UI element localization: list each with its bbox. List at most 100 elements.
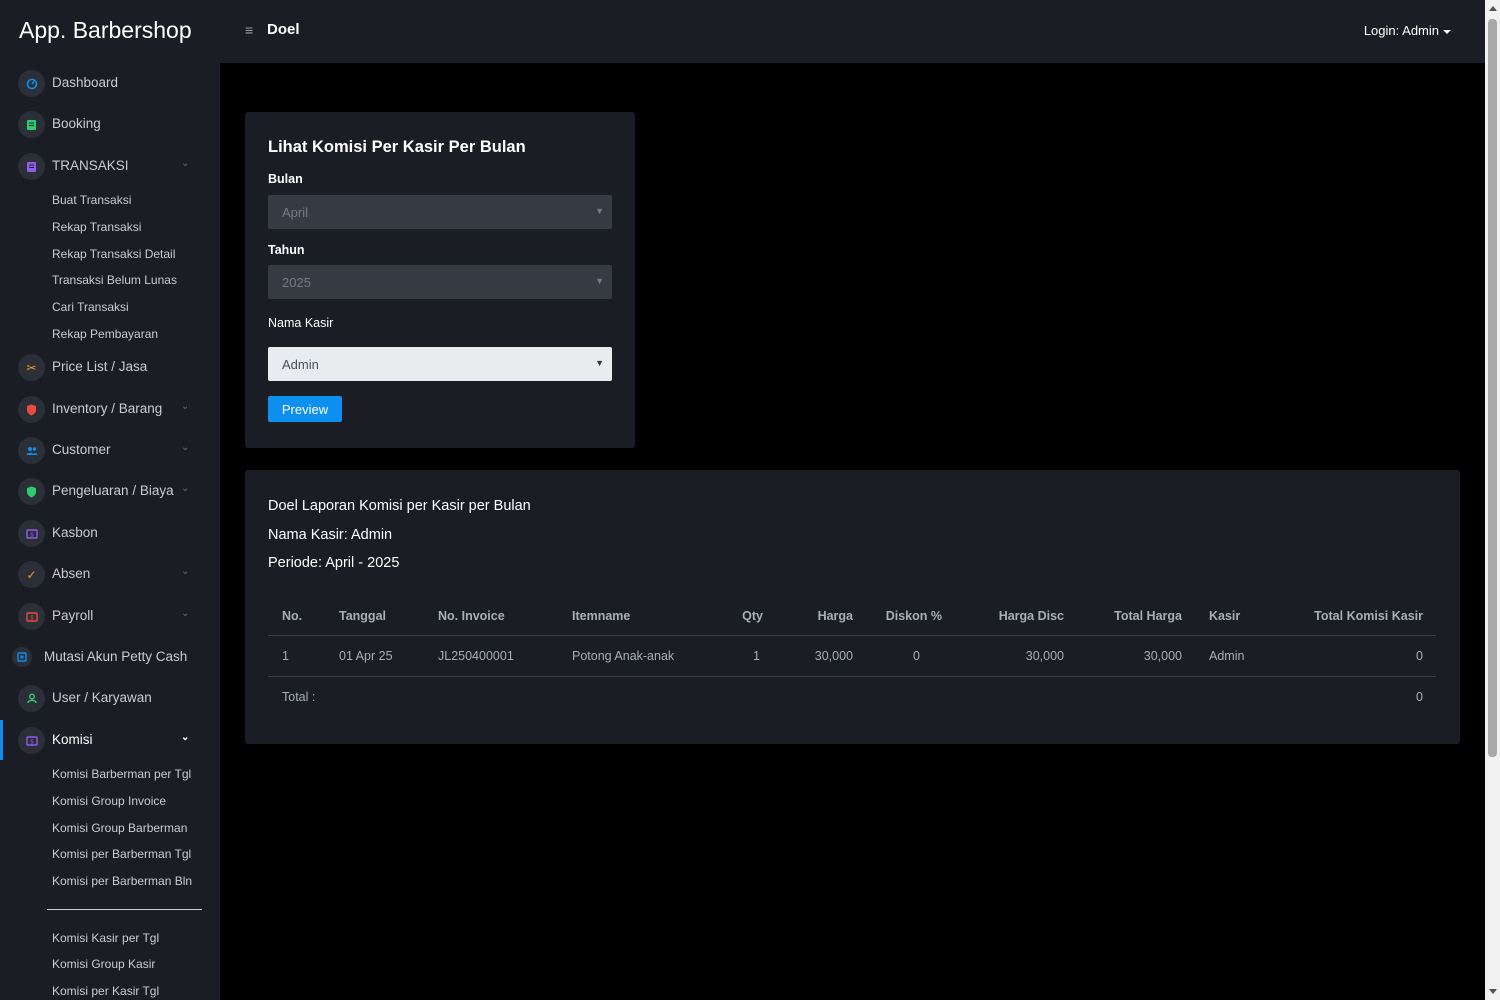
sidebar-item-absen[interactable]: ✓ Absen ⌄ [0, 554, 220, 594]
sidebar-item-label: Pengeluaran / Biaya [52, 483, 174, 498]
money-icon: $ [18, 520, 45, 547]
col-itemname: Itemname [572, 609, 631, 623]
money-icon: $ [18, 727, 45, 754]
scroll-thumb[interactable] [1488, 19, 1497, 757]
kasir-label: Nama Kasir [268, 316, 334, 330]
sidebar-item-label: Price List / Jasa [52, 359, 148, 374]
sidebar-item-label: Komisi [52, 732, 93, 747]
sidebar-item-payroll[interactable]: $ Payroll ⌄ [0, 596, 220, 636]
tahun-value: 2025 [282, 274, 311, 290]
kasir-select[interactable]: Admin ▼ [268, 347, 612, 381]
scroll-up-icon[interactable] [1489, 6, 1497, 11]
sidebar-item-pengeluaran[interactable]: Pengeluaran / Biaya ⌄ [0, 471, 220, 511]
report-card: Doel Laporan Komisi per Kasir per Bulan … [245, 470, 1460, 744]
col-harga: Harga [817, 609, 853, 623]
cell-tanggal: 01 Apr 25 [339, 649, 393, 663]
people-icon [18, 437, 45, 464]
report-periode: Periode: April - 2025 [268, 555, 400, 571]
sidebar-item-label: TRANSAKSI [52, 158, 129, 173]
sidebar-subitem-komisi-per-barberman-tgl[interactable]: Komisi per Barberman Tgl [52, 847, 191, 861]
payroll-icon: $ [18, 603, 45, 630]
chevron-down-icon: ⌄ [181, 566, 190, 577]
svg-text:$: $ [30, 531, 34, 538]
check-icon: ✓ [18, 561, 45, 588]
sidebar-item-label: Absen [52, 566, 91, 581]
sidebar-item-inventory[interactable]: Inventory / Barang ⌄ [0, 389, 220, 429]
scroll-down-icon[interactable] [1489, 989, 1497, 994]
chevron-down-icon: ▼ [595, 206, 604, 216]
chevron-down-icon: ⌄ [181, 158, 190, 169]
sidebar-subitem-transaksi-belum-lunas[interactable]: Transaksi Belum Lunas [52, 273, 177, 287]
cell-total-harga: 30,000 [1143, 649, 1182, 663]
cell-no: 1 [282, 649, 289, 663]
sidebar-item-booking[interactable]: Booking [0, 104, 220, 144]
kasir-value: Admin [282, 356, 319, 372]
report-title: Doel Laporan Komisi per Kasir per Bulan [268, 498, 531, 514]
sidebar-item-user[interactable]: User / Karyawan [0, 678, 220, 718]
sidebar-item-customer[interactable]: Customer ⌄ [0, 430, 220, 470]
sidebar-subitem-komisi-per-barberman-bln[interactable]: Komisi per Barberman Bln [52, 874, 192, 888]
svg-text:$: $ [30, 738, 34, 745]
chevron-down-icon: ⌄ [181, 442, 190, 453]
top-navbar: App. Barbershop ≡ Doel Login: Admin [0, 0, 1485, 63]
sidebar-subitem-komisi-barberman-tgl[interactable]: Komisi Barberman per Tgl [52, 767, 191, 781]
sidebar-subitem-komisi-group-kasir[interactable]: Komisi Group Kasir [52, 957, 155, 971]
svg-text:$: $ [30, 614, 34, 621]
col-kasir: Kasir [1209, 609, 1241, 623]
sidebar-item-price-list[interactable]: ✂ Price List / Jasa [0, 347, 220, 387]
table-row: 1 01 Apr 25 JL250400001 Potong Anak-anak… [268, 637, 1436, 677]
gauge-icon [18, 70, 45, 97]
col-qty: Qty [742, 609, 763, 623]
preview-button[interactable]: Preview [268, 396, 342, 422]
cell-harga-disc: 30,000 [1025, 649, 1064, 663]
sidebar-item-kasbon[interactable]: $ Kasbon [0, 513, 220, 553]
receipt-icon [18, 153, 45, 180]
tahun-select[interactable]: 2025 ▼ [268, 265, 612, 299]
menu-toggle-icon[interactable]: ≡ [245, 22, 253, 38]
sidebar-subitem-rekap-transaksi[interactable]: Rekap Transaksi [52, 220, 141, 234]
col-total-komisi: Total Komisi Kasir [1314, 609, 1423, 623]
chevron-down-icon: ⌄ [181, 732, 190, 743]
chevron-down-icon: ⌄ [181, 608, 190, 619]
sidebar-subitem-komisi-group-barberman[interactable]: Komisi Group Barberman [52, 821, 187, 835]
sidebar-subitem-rekap-pembayaran[interactable]: Rekap Pembayaran [52, 327, 158, 341]
chevron-down-icon: ▼ [595, 276, 604, 286]
sidebar-subitem-komisi-per-kasir-tgl[interactable]: Komisi per Kasir Tgl [52, 984, 159, 998]
app-brand[interactable]: App. Barbershop [19, 17, 192, 44]
submenu-divider [47, 909, 202, 910]
sidebar-item-dashboard[interactable]: Dashboard [0, 63, 220, 103]
sidebar-subitem-komisi-kasir-tgl[interactable]: Komisi Kasir per Tgl [52, 931, 159, 945]
caret-down-icon [1443, 29, 1451, 34]
filter-card: Lihat Komisi Per Kasir Per Bulan Bulan A… [245, 112, 635, 448]
col-diskon: Diskon % [885, 609, 942, 623]
sidebar-item-label: Inventory / Barang [52, 401, 163, 416]
cell-kasir: Admin [1209, 649, 1245, 663]
sidebar-item-label: Dashboard [52, 75, 119, 90]
total-value: 0 [1416, 690, 1423, 704]
cell-invoice: JL250400001 [438, 649, 514, 663]
col-invoice: No. Invoice [438, 609, 505, 623]
sidebar-item-komisi[interactable]: $ Komisi ⌄ [0, 720, 220, 760]
login-dropdown[interactable]: Login: Admin [1364, 23, 1451, 38]
sidebar-item-label: Kasbon [52, 525, 98, 540]
filter-title: Lihat Komisi Per Kasir Per Bulan [268, 138, 526, 156]
sidebar-item-label: Booking [52, 116, 101, 131]
sidebar-item-label: Payroll [52, 608, 94, 623]
chevron-down-icon: ⌄ [181, 401, 190, 412]
sidebar-item-transaksi[interactable]: TRANSAKSI ⌄ [0, 146, 220, 186]
sidebar: Dashboard Booking TRANSAKSI ⌄ Buat Trans… [0, 63, 220, 1000]
sidebar-item-mutasi-akun[interactable]: Mutasi Akun Petty Cash [0, 637, 220, 677]
chevron-down-icon: ⌄ [181, 483, 190, 494]
sidebar-item-label: User / Karyawan [52, 690, 152, 705]
bulan-value: April [282, 204, 309, 220]
col-total-harga: Total Harga [1114, 609, 1182, 623]
sidebar-subitem-cari-transaksi[interactable]: Cari Transaksi [52, 300, 129, 314]
sidebar-subitem-buat-transaksi[interactable]: Buat Transaksi [52, 193, 131, 207]
cell-total-komisi: 0 [1416, 649, 1423, 663]
page-scrollbar[interactable] [1485, 0, 1500, 1000]
table-header: No. Tanggal No. Invoice Itemname Qty Har… [268, 598, 1436, 636]
shield-icon [18, 396, 45, 423]
sidebar-subitem-komisi-group-invoice[interactable]: Komisi Group Invoice [52, 794, 166, 808]
sidebar-subitem-rekap-transaksi-detail[interactable]: Rekap Transaksi Detail [52, 247, 175, 261]
bulan-select[interactable]: April ▼ [268, 195, 612, 229]
